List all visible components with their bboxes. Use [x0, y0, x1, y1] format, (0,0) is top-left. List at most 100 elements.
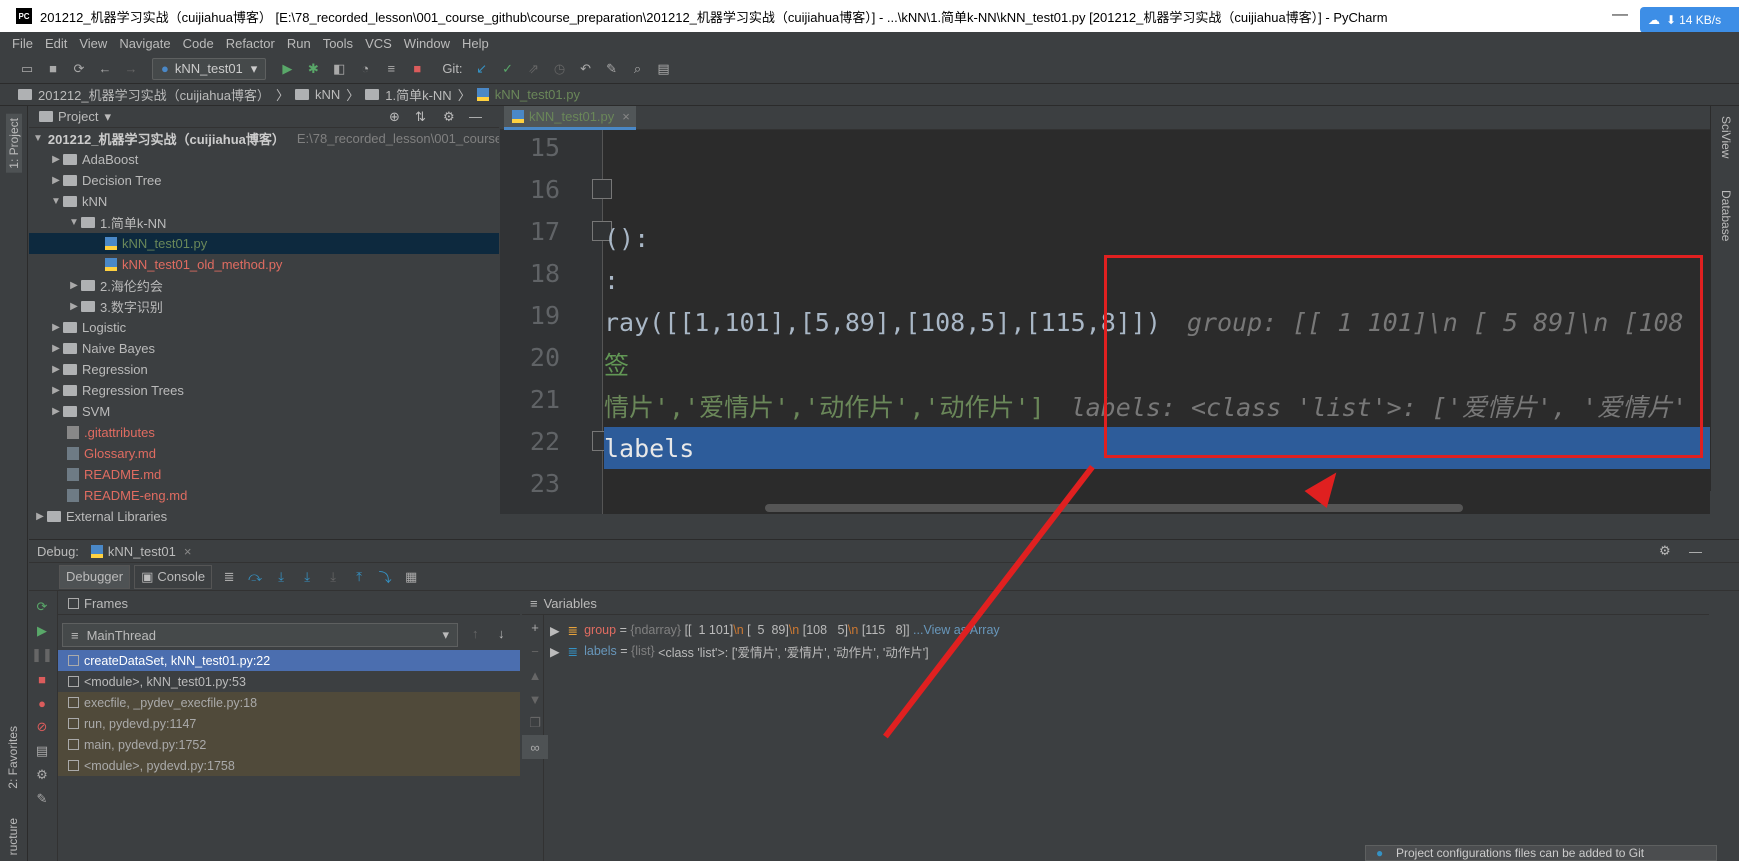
menu-vcs[interactable]: VCS: [365, 36, 392, 51]
collapsed-arrow-icon[interactable]: ▶: [67, 301, 81, 312]
git-update-icon[interactable]: ↙: [469, 57, 495, 81]
save-icon[interactable]: ■: [40, 57, 66, 81]
view-breakpoints-icon[interactable]: ●: [29, 691, 55, 715]
step-over-icon[interactable]: ⤼: [242, 565, 268, 589]
tree-item-svm[interactable]: ▶ SVM: [29, 401, 499, 422]
tree-item-decision-tree[interactable]: ▶ Decision Tree: [29, 170, 499, 191]
minimize-button[interactable]: —: [1600, 0, 1640, 32]
move-down-icon[interactable]: ▼: [522, 687, 548, 711]
tree-item-knn-test01[interactable]: kNN_test01.py: [29, 233, 499, 254]
hide-icon[interactable]: —: [1689, 544, 1702, 559]
open-folder-icon[interactable]: ▭: [14, 57, 40, 81]
git-notification-balloon[interactable]: ● Project configurations files can be ad…: [1365, 845, 1717, 861]
collapsed-arrow-icon[interactable]: ▶: [49, 322, 63, 333]
settings-wrench-icon[interactable]: ✎: [599, 57, 625, 81]
git-history-icon[interactable]: ◷: [547, 57, 573, 81]
breadcrumb-knn[interactable]: kNN: [315, 87, 340, 102]
copy-icon[interactable]: ❐: [522, 711, 548, 735]
tree-item-helen-dating[interactable]: ▶ 2.海伦约会: [29, 275, 499, 296]
stack-frame[interactable]: run, pydevd.py:1147: [58, 713, 520, 734]
step-out-icon[interactable]: ⤒: [346, 565, 372, 589]
collapsed-arrow-icon[interactable]: ▶: [49, 175, 63, 186]
force-step-into-icon[interactable]: ⤓: [320, 565, 346, 589]
tree-item-adaboost[interactable]: ▶ AdaBoost: [29, 149, 499, 170]
tree-item-simple-knn[interactable]: ▼ 1.简单k-NN: [29, 212, 499, 233]
resume-icon[interactable]: ▶: [29, 619, 55, 643]
git-push-icon[interactable]: ⇗: [521, 57, 547, 81]
coverage-icon[interactable]: ◧: [326, 57, 352, 81]
sciview-tool-tab[interactable]: SciView: [1719, 116, 1733, 158]
sync-icon[interactable]: ⟳: [66, 57, 92, 81]
glasses-icon[interactable]: ∞: [522, 735, 548, 759]
close-icon[interactable]: ×: [622, 109, 630, 124]
fold-marker-icon[interactable]: [592, 179, 612, 199]
git-revert-icon[interactable]: ↶: [573, 57, 599, 81]
thread-select[interactable]: ≡ MainThread ▾: [62, 623, 458, 647]
hide-icon[interactable]: —: [469, 109, 482, 124]
breadcrumb-file[interactable]: kNN_test01.py: [495, 87, 580, 102]
collapsed-arrow-icon[interactable]: ▶: [67, 280, 81, 291]
expanded-arrow-icon[interactable]: ▼: [33, 133, 43, 144]
settings-icon[interactable]: ⚙: [29, 763, 55, 787]
stack-frame[interactable]: <module>, kNN_test01.py:53: [58, 671, 520, 692]
tree-item-regression-trees[interactable]: ▶ Regression Trees: [29, 380, 499, 401]
stack-frame[interactable]: execfile, _pydev_execfile.py:18: [58, 692, 520, 713]
menu-run[interactable]: Run: [287, 36, 311, 51]
menu-help[interactable]: Help: [462, 36, 489, 51]
chevron-down-icon[interactable]: ▾: [104, 109, 111, 125]
variable-row-group[interactable]: ▶ ≣ group = {ndarray} [[ 1 101] \n [ 5 8…: [550, 620, 1000, 640]
tree-item-logistic[interactable]: ▶ Logistic: [29, 317, 499, 338]
pin-icon[interactable]: ✎: [29, 787, 55, 811]
tree-item-gitattributes[interactable]: .gitattributes: [29, 422, 499, 443]
mute-breakpoints-icon[interactable]: ⊘: [29, 715, 55, 739]
tree-item-knn[interactable]: ▼ kNN: [29, 191, 499, 212]
tree-item-regression[interactable]: ▶ Regression: [29, 359, 499, 380]
menu-code[interactable]: Code: [183, 36, 214, 51]
collapsed-arrow-icon[interactable]: ▶: [49, 406, 63, 417]
debug-icon[interactable]: ✱: [300, 57, 326, 81]
collapsed-arrow-icon[interactable]: ▶: [49, 343, 63, 354]
profile-icon[interactable]: ◔: [352, 57, 378, 81]
collapsed-arrow-icon[interactable]: ▶: [33, 511, 47, 522]
tree-item-naive-bayes[interactable]: ▶ Naive Bayes: [29, 338, 499, 359]
menu-tools[interactable]: Tools: [323, 36, 353, 51]
step-into-icon[interactable]: ⤓: [268, 565, 294, 589]
git-commit-icon[interactable]: ✓: [495, 57, 521, 81]
stack-frame[interactable]: main, pydevd.py:1752: [58, 734, 520, 755]
forward-icon[interactable]: →: [118, 57, 144, 81]
pause-icon[interactable]: ❚❚: [29, 643, 55, 667]
structure-tool-tab[interactable]: ructure: [6, 818, 20, 855]
locate-icon[interactable]: ⊕: [389, 109, 400, 125]
rerun-icon[interactable]: ⟳: [29, 595, 55, 619]
horizontal-scrollbar[interactable]: [765, 504, 1463, 512]
tree-root[interactable]: ▼ 201212_机器学习实战（cuijiahua博客） E:\78_recor…: [29, 128, 499, 149]
project-panel-title[interactable]: Project: [58, 109, 98, 124]
evaluate-expression-icon[interactable]: ▦: [398, 565, 424, 589]
stack-frame[interactable]: <module>, pydevd.py:1758: [58, 755, 520, 776]
tree-item-glossary[interactable]: Glossary.md: [29, 443, 499, 464]
menu-file[interactable]: File: [12, 36, 33, 51]
add-watch-icon[interactable]: +: [522, 615, 548, 639]
expand-arrow-icon[interactable]: ▶: [550, 644, 560, 659]
database-tool-tab[interactable]: Database: [1719, 190, 1733, 241]
tree-item-knn-test01-old[interactable]: kNN_test01_old_method.py: [29, 254, 499, 275]
console-tab[interactable]: ▣ Console: [134, 564, 213, 589]
gear-icon[interactable]: ⚙: [1659, 543, 1671, 559]
tree-item-readme-eng[interactable]: README-eng.md: [29, 485, 499, 506]
tree-item-digit-recognition[interactable]: ▶ 3.数字识别: [29, 296, 499, 317]
tree-item-readme[interactable]: README.md: [29, 464, 499, 485]
breadcrumb-simple-knn[interactable]: 1.简单k-NN: [385, 85, 451, 104]
remove-watch-icon[interactable]: −: [522, 639, 548, 663]
move-up-icon[interactable]: ▲: [522, 663, 548, 687]
frame-up-icon[interactable]: ↑: [472, 626, 479, 641]
back-icon[interactable]: ←: [92, 57, 118, 81]
menu-navigate[interactable]: Navigate: [119, 36, 170, 51]
search-icon[interactable]: ⌕: [625, 57, 651, 81]
debugger-tab[interactable]: Debugger: [59, 564, 131, 589]
collapsed-arrow-icon[interactable]: ▶: [49, 364, 63, 375]
view-as-array-link[interactable]: ...View as Array: [910, 623, 1000, 637]
run-config-select[interactable]: ● kNN_test01 ▾: [152, 57, 267, 80]
run-to-cursor-icon[interactable]: ⤵: [372, 565, 398, 589]
stop-icon[interactable]: ■: [404, 57, 430, 81]
tree-item-external-libraries[interactable]: ▶ External Libraries: [29, 506, 499, 527]
